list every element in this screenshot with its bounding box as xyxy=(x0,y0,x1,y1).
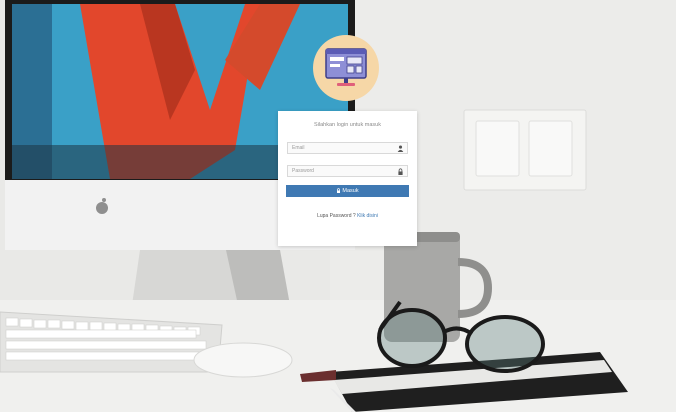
email-field-wrapper xyxy=(287,142,408,154)
email-field[interactable] xyxy=(288,143,392,153)
monitor-dashboard-icon xyxy=(313,35,379,101)
login-button-label: Masuk xyxy=(342,188,359,194)
login-page: Silahkan login untuk masuk Masuk Lupa Pa… xyxy=(0,0,676,412)
lock-icon xyxy=(398,168,403,175)
login-title: Silahkan login untuk masuk xyxy=(314,122,381,128)
lost-password-link[interactable]: Klik disini xyxy=(357,213,378,219)
password-field[interactable] xyxy=(288,166,392,176)
lost-password-label: Lupa Password ? xyxy=(317,213,356,219)
login-button[interactable]: Masuk xyxy=(286,185,409,197)
lost-password-row: Lupa Password ? Klik disini xyxy=(278,213,417,219)
password-field-wrapper xyxy=(287,165,408,177)
login-card: Silahkan login untuk masuk Masuk Lupa Pa… xyxy=(278,111,417,246)
mouse xyxy=(193,342,293,378)
login-icon xyxy=(337,188,341,193)
wall-switch xyxy=(463,109,587,191)
user-icon xyxy=(397,145,404,152)
